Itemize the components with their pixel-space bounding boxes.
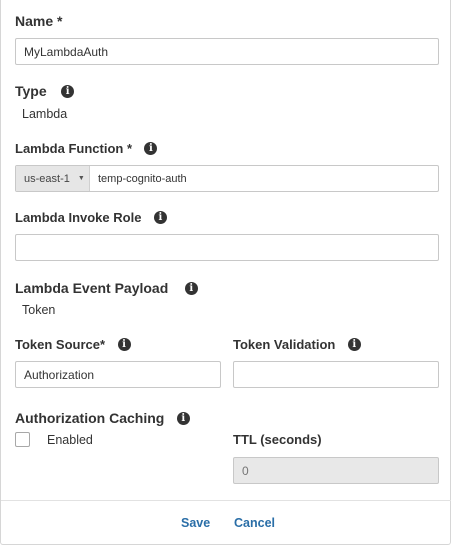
name-input[interactable] — [15, 38, 439, 65]
save-button[interactable]: Save — [181, 516, 210, 530]
caching-label: Authorization Caching — [15, 410, 165, 426]
event-payload-label: Lambda Event Payload — [15, 280, 169, 296]
info-icon[interactable]: i — [144, 142, 158, 156]
authorizer-form: Name * Type i Lambda Lambda Function * i… — [0, 0, 451, 545]
info-icon[interactable]: i — [153, 211, 167, 225]
name-label: Name * — [15, 13, 63, 29]
cancel-button[interactable]: Cancel — [234, 516, 275, 530]
enabled-checkbox[interactable] — [15, 432, 30, 447]
info-icon[interactable]: i — [347, 338, 361, 352]
enabled-label: Enabled — [47, 433, 93, 447]
info-icon[interactable]: i — [184, 282, 198, 296]
token-source-header: Token Source* i — [15, 336, 131, 354]
invoke-role-label: Lambda Invoke Role — [15, 210, 142, 225]
token-source-label: Token Source* — [15, 337, 106, 352]
ttl-input[interactable] — [233, 457, 439, 484]
lambda-function-input[interactable]: temp-cognito-auth — [90, 166, 187, 191]
footer-divider — [1, 500, 451, 501]
event-payload-value: Token — [22, 303, 56, 317]
type-label: Type — [15, 83, 47, 99]
info-icon[interactable]: i — [117, 338, 131, 352]
caching-header: Authorization Caching i — [15, 410, 190, 428]
info-icon[interactable]: i — [176, 412, 190, 426]
lambda-function-combo: us-east-1 ▼ temp-cognito-auth — [15, 165, 439, 192]
caret-down-icon: ▼ — [77, 175, 85, 182]
token-validation-header: Token Validation i — [233, 336, 361, 354]
region-select[interactable]: us-east-1 ▼ — [16, 166, 90, 191]
token-validation-input[interactable] — [233, 361, 439, 388]
invoke-role-header: Lambda Invoke Role i — [15, 209, 167, 227]
ttl-label: TTL (seconds) — [233, 432, 322, 447]
token-source-input[interactable] — [15, 361, 221, 388]
invoke-role-input[interactable] — [15, 234, 439, 261]
token-validation-label: Token Validation — [233, 337, 336, 352]
type-value: Lambda — [22, 107, 68, 121]
info-icon[interactable]: i — [61, 85, 75, 99]
type-header: Type i — [15, 83, 75, 101]
event-payload-header: Lambda Event Payload i — [15, 280, 198, 298]
region-value: us-east-1 — [24, 172, 70, 185]
lambda-function-label: Lambda Function * — [15, 141, 132, 156]
lambda-function-header: Lambda Function * i — [15, 140, 158, 158]
